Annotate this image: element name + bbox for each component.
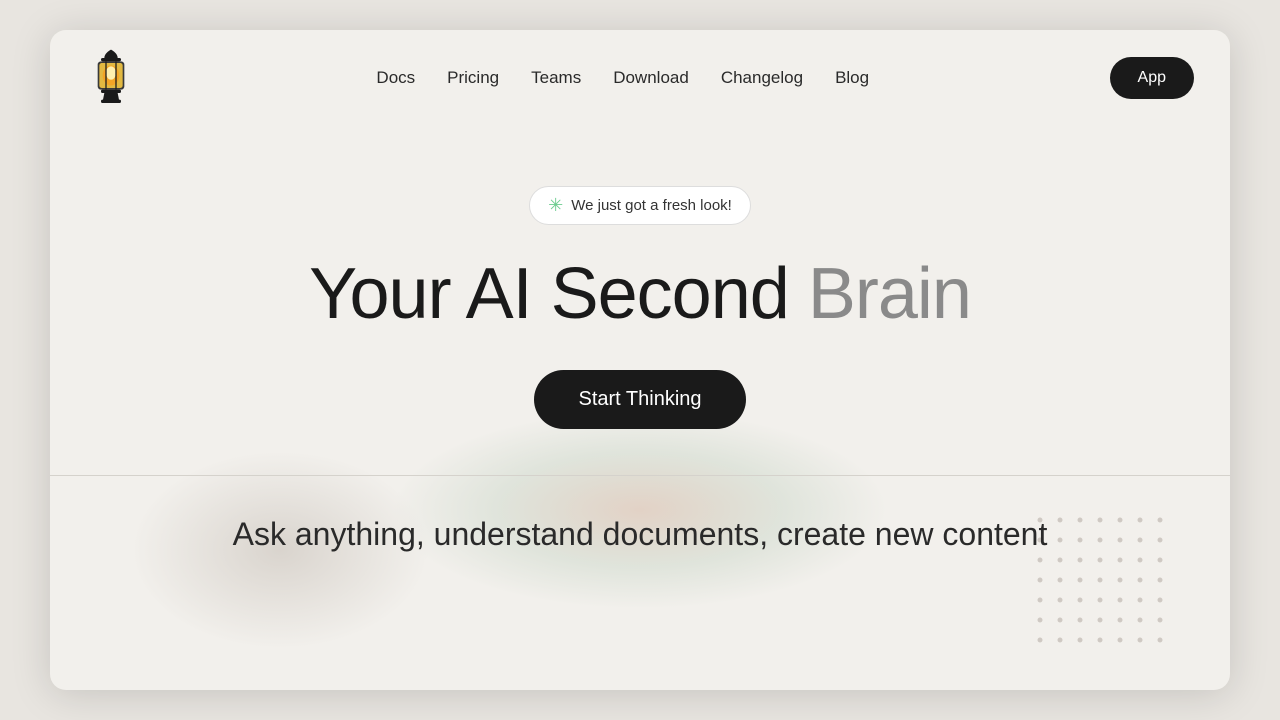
hero-title-part1: Your AI Second [309,254,808,334]
nav-pricing[interactable]: Pricing [447,68,499,88]
hero-section: ✳ We just got a fresh look! Your AI Seco… [50,126,1230,573]
nav-download[interactable]: Download [613,68,689,88]
main-window: // Generate dots [50,30,1230,690]
badge-text: We just got a fresh look! [571,197,732,214]
navbar: Docs Pricing Teams Download Changelog Bl… [50,30,1230,126]
nav-links: Docs Pricing Teams Download Changelog Bl… [376,68,869,88]
nav-docs[interactable]: Docs [376,68,415,88]
announcement-badge[interactable]: ✳ We just got a fresh look! [529,186,751,225]
nav-teams[interactable]: Teams [531,68,581,88]
app-button[interactable]: App [1110,57,1194,99]
divider [50,475,1230,476]
badge-icon: ✳ [548,195,563,216]
hero-subtitle: Ask anything, understand documents, crea… [193,516,1088,553]
hero-title: Your AI Second Brain [309,255,971,334]
nav-blog[interactable]: Blog [835,68,869,88]
logo[interactable] [86,48,136,108]
hero-title-part2: Brain [808,254,971,334]
start-thinking-button[interactable]: Start Thinking [534,370,745,429]
nav-changelog[interactable]: Changelog [721,68,803,88]
